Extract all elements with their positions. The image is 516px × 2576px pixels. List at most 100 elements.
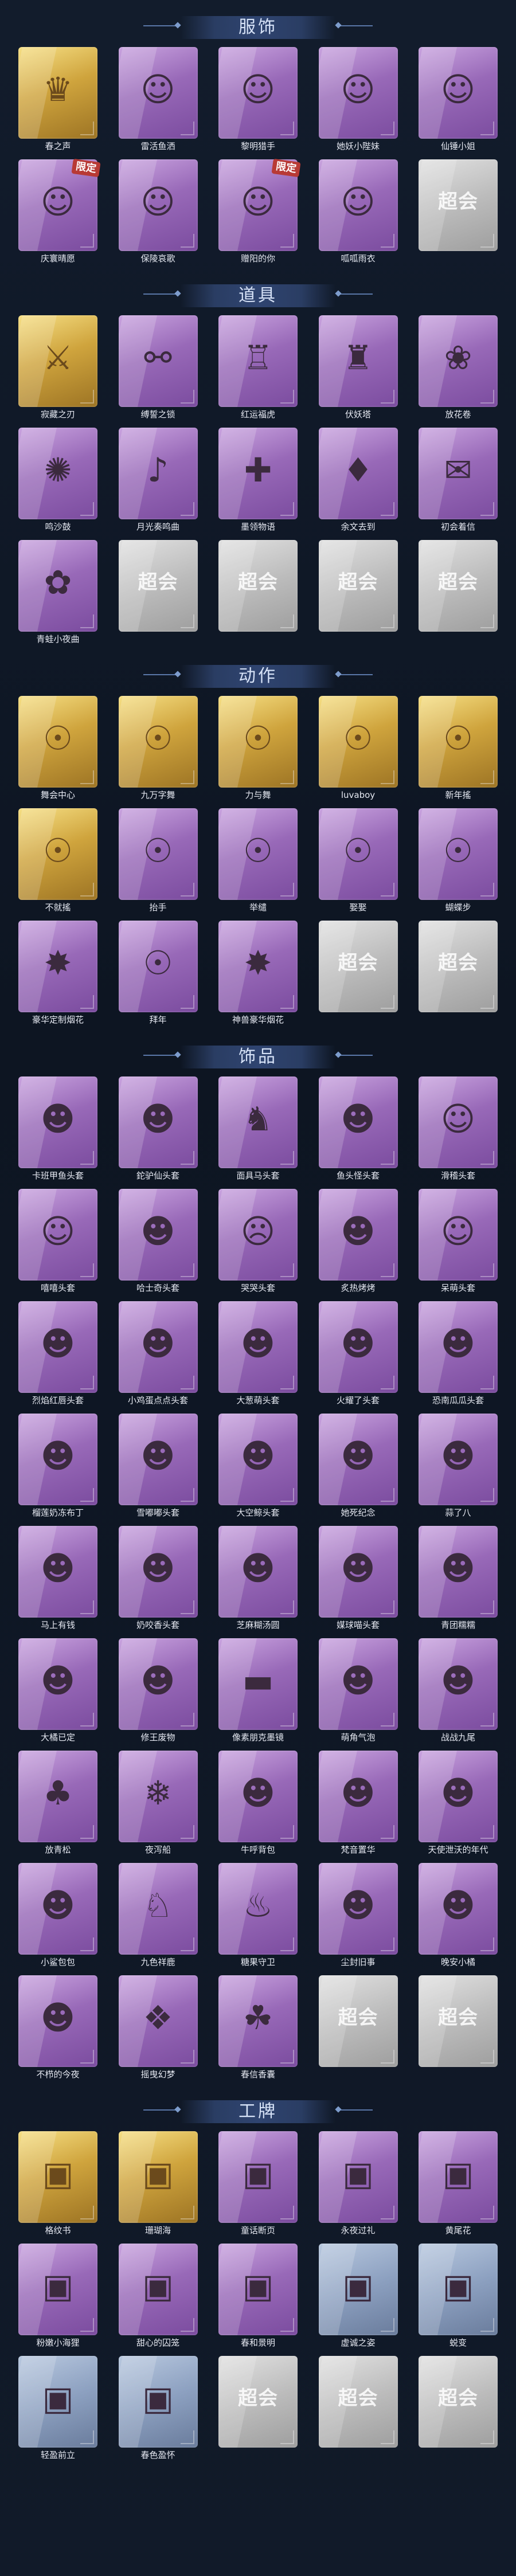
- item-tile[interactable]: ⚔ 寂藏之刃: [18, 315, 97, 424]
- item-tile[interactable]: ❀ 放花卷: [419, 315, 498, 424]
- item-tile[interactable]: ♦ 余文去到: [318, 428, 398, 537]
- empty-slot[interactable]: 超会玩: [419, 540, 498, 649]
- item-tile[interactable]: ✉ 初会着信: [419, 428, 498, 537]
- item-tile[interactable]: ☻ 炙热烤烤: [318, 1189, 398, 1298]
- item-tile[interactable]: ☹ 哭哭头套: [218, 1189, 298, 1298]
- item-tile[interactable]: ☺ 滑稽头套: [419, 1076, 498, 1185]
- item-tile[interactable]: ☉ luvaboy: [318, 696, 398, 805]
- item-tile[interactable]: ▣ 春色盈怀: [118, 2356, 198, 2465]
- item-tile[interactable]: ▣ 虚诚之姿: [318, 2244, 398, 2352]
- item-tile[interactable]: ☻ 小鲨包包: [18, 1863, 97, 1972]
- item-tile[interactable]: ♪ 月光奏鸣曲: [118, 428, 198, 537]
- item-tile[interactable]: ☺ 她妖小陛妹: [318, 47, 398, 156]
- item-tile[interactable]: ☻ 青团糯糯: [419, 1526, 498, 1635]
- empty-slot[interactable]: 超会玩: [218, 540, 298, 649]
- item-tile[interactable]: ☉ 舞会中心: [18, 696, 97, 805]
- item-tile[interactable]: ♣ 放青松: [18, 1751, 97, 1859]
- item-tile[interactable]: ✸ 豪华定制烟花: [18, 921, 97, 1029]
- item-tile[interactable]: ☺ 仙锤小姐: [419, 47, 498, 156]
- item-tile[interactable]: ☻ 大橘已定: [18, 1638, 97, 1747]
- empty-slot[interactable]: 超会玩: [118, 540, 198, 649]
- item-tile[interactable]: ☺ 限定 赠阳的你: [218, 158, 301, 268]
- item-tile[interactable]: ☻ 蒜了八: [419, 1414, 498, 1522]
- empty-slot[interactable]: 超会玩: [419, 1975, 498, 2084]
- item-tile[interactable]: ☻ 梵音置华: [318, 1751, 398, 1859]
- item-tile[interactable]: ▬ 像素朋克墨镜: [218, 1638, 298, 1747]
- item-tile[interactable]: ♖ 红运福虎: [218, 315, 298, 424]
- empty-slot[interactable]: 超会玩: [318, 2356, 398, 2465]
- item-tile[interactable]: ☉ 举缱: [218, 808, 298, 917]
- item-tile[interactable]: ☻ 天使泄沃的年代: [419, 1751, 498, 1859]
- item-tile[interactable]: ⚯ 缚誓之锁: [118, 315, 198, 424]
- item-tile[interactable]: ▣ 粉嫩小海狸: [18, 2244, 97, 2352]
- item-tile[interactable]: ☻ 晚安小橘: [419, 1863, 498, 1972]
- item-tile[interactable]: ☻ 尘封旧事: [318, 1863, 398, 1972]
- item-tile[interactable]: ☻ 大空鲸头套: [218, 1414, 298, 1522]
- item-tile[interactable]: ☻ 萌角气泡: [318, 1638, 398, 1747]
- item-tile[interactable]: ☻ 榴莲奶冻布丁: [18, 1414, 97, 1522]
- item-tile[interactable]: ✿ 青蛙小夜曲: [18, 540, 97, 649]
- item-tile[interactable]: ❖ 摇曳幻梦: [118, 1975, 198, 2084]
- empty-slot[interactable]: 超会玩: [419, 921, 498, 1029]
- item-tile[interactable]: ▣ 珊瑚海: [118, 2131, 198, 2240]
- item-tile[interactable]: ☻ 修王废物: [118, 1638, 198, 1747]
- empty-slot[interactable]: 超会玩: [318, 540, 398, 649]
- item-tile[interactable]: ☻ 马上有钱: [18, 1526, 97, 1635]
- item-tile[interactable]: ☻ 她死纪念: [318, 1414, 398, 1522]
- empty-slot[interactable]: 超会玩: [318, 921, 398, 1029]
- item-tile[interactable]: ☉ 不就搖: [18, 808, 97, 917]
- empty-slot[interactable]: 超会玩: [419, 2356, 498, 2465]
- item-tile[interactable]: ☉ 九万字舞: [118, 696, 198, 805]
- item-tile[interactable]: ▣ 蜕变: [419, 2244, 498, 2352]
- item-tile[interactable]: ✚ 墨领物语: [218, 428, 298, 537]
- item-tile[interactable]: ☻ 雪嘟嘟头套: [118, 1414, 198, 1522]
- item-tile[interactable]: ☉ 蝴蝶步: [419, 808, 498, 917]
- item-tile[interactable]: ☻ 牛呼背包: [218, 1751, 298, 1859]
- item-tile[interactable]: ☻ 鱼头怪头套: [318, 1076, 398, 1185]
- item-tile[interactable]: ☺ 呆萌头套: [419, 1189, 498, 1298]
- item-tile[interactable]: ✸ 神兽豪华烟花: [218, 921, 298, 1029]
- item-tile[interactable]: ☉ 新年搖: [419, 696, 498, 805]
- item-tile[interactable]: ☺ 嘻嘻头套: [18, 1189, 97, 1298]
- item-tile[interactable]: ☻ 哈士奇头套: [118, 1189, 198, 1298]
- item-tile[interactable]: ☻ 战战九尾: [419, 1638, 498, 1747]
- item-tile[interactable]: ▣ 永夜过礼: [318, 2131, 398, 2240]
- item-tile[interactable]: ☉ 力与舞: [218, 696, 298, 805]
- item-tile[interactable]: ☻ 恐南瓜瓜头套: [419, 1301, 498, 1410]
- item-tile[interactable]: ☻ 芝麻糊汤圆: [218, 1526, 298, 1635]
- item-tile[interactable]: ☻ 奶咬香头套: [118, 1526, 198, 1635]
- item-tile[interactable]: ☉ 娶娶: [318, 808, 398, 917]
- item-tile[interactable]: ♞ 面具马头套: [218, 1076, 298, 1185]
- item-tile[interactable]: ☻ 烈焰红唇头套: [18, 1301, 97, 1410]
- item-tile[interactable]: ☉ 抬手: [118, 808, 198, 917]
- item-tile[interactable]: ☻ 不栉的今夜: [18, 1975, 97, 2084]
- item-tile[interactable]: ▣ 轻盈前立: [18, 2356, 97, 2465]
- item-tile[interactable]: ☻ 大葱萌头套: [218, 1301, 298, 1410]
- empty-slot[interactable]: 超会玩: [318, 1975, 398, 2084]
- item-tile[interactable]: ☻ 卡班甲鱼头套: [18, 1076, 97, 1185]
- item-tile[interactable]: ☻ 鉈驴仙头套: [118, 1076, 198, 1185]
- item-tile[interactable]: ☻ 媒球喵头套: [318, 1526, 398, 1635]
- item-tile[interactable]: ☻ 火耀了头套: [318, 1301, 398, 1410]
- item-tile[interactable]: ▣ 春和景明: [218, 2244, 298, 2352]
- item-tile[interactable]: ♨ 糖果守卫: [218, 1863, 298, 1972]
- item-tile[interactable]: ▣ 童话断页: [218, 2131, 298, 2240]
- item-tile[interactable]: ☘ 春信香囊: [218, 1975, 298, 2084]
- empty-slot[interactable]: 超会玩: [419, 159, 498, 268]
- item-tile[interactable]: ▣ 黄尾花: [419, 2131, 498, 2240]
- item-tile[interactable]: ♘ 九色祥鹿: [118, 1863, 198, 1972]
- item-tile[interactable]: ☺ 雷活鱼洒: [118, 47, 198, 156]
- item-tile[interactable]: ♛ 春之声: [18, 47, 97, 156]
- item-tile[interactable]: ▣ 甜心的囚笼: [118, 2244, 198, 2352]
- item-tile[interactable]: ☺ 黎明猎手: [218, 47, 298, 156]
- item-tile[interactable]: ❄ 夜泻船: [118, 1751, 198, 1859]
- item-tile[interactable]: ▣ 格纹书: [18, 2131, 97, 2240]
- item-tile[interactable]: ♜ 伏妖塔: [318, 315, 398, 424]
- item-tile[interactable]: ✺ 鸣沙鼓: [18, 428, 97, 537]
- item-tile[interactable]: ☺ 限定 庆寰晴愿: [18, 158, 101, 268]
- item-tile[interactable]: ☺ 保陵哀歌: [118, 159, 198, 268]
- item-tile[interactable]: ☺ 呱呱雨衣: [318, 159, 398, 268]
- item-tile[interactable]: ☉ 拜年: [118, 921, 198, 1029]
- item-tile[interactable]: ☻ 小鸡蛋点点头套: [118, 1301, 198, 1410]
- empty-slot[interactable]: 超会玩: [218, 2356, 298, 2465]
